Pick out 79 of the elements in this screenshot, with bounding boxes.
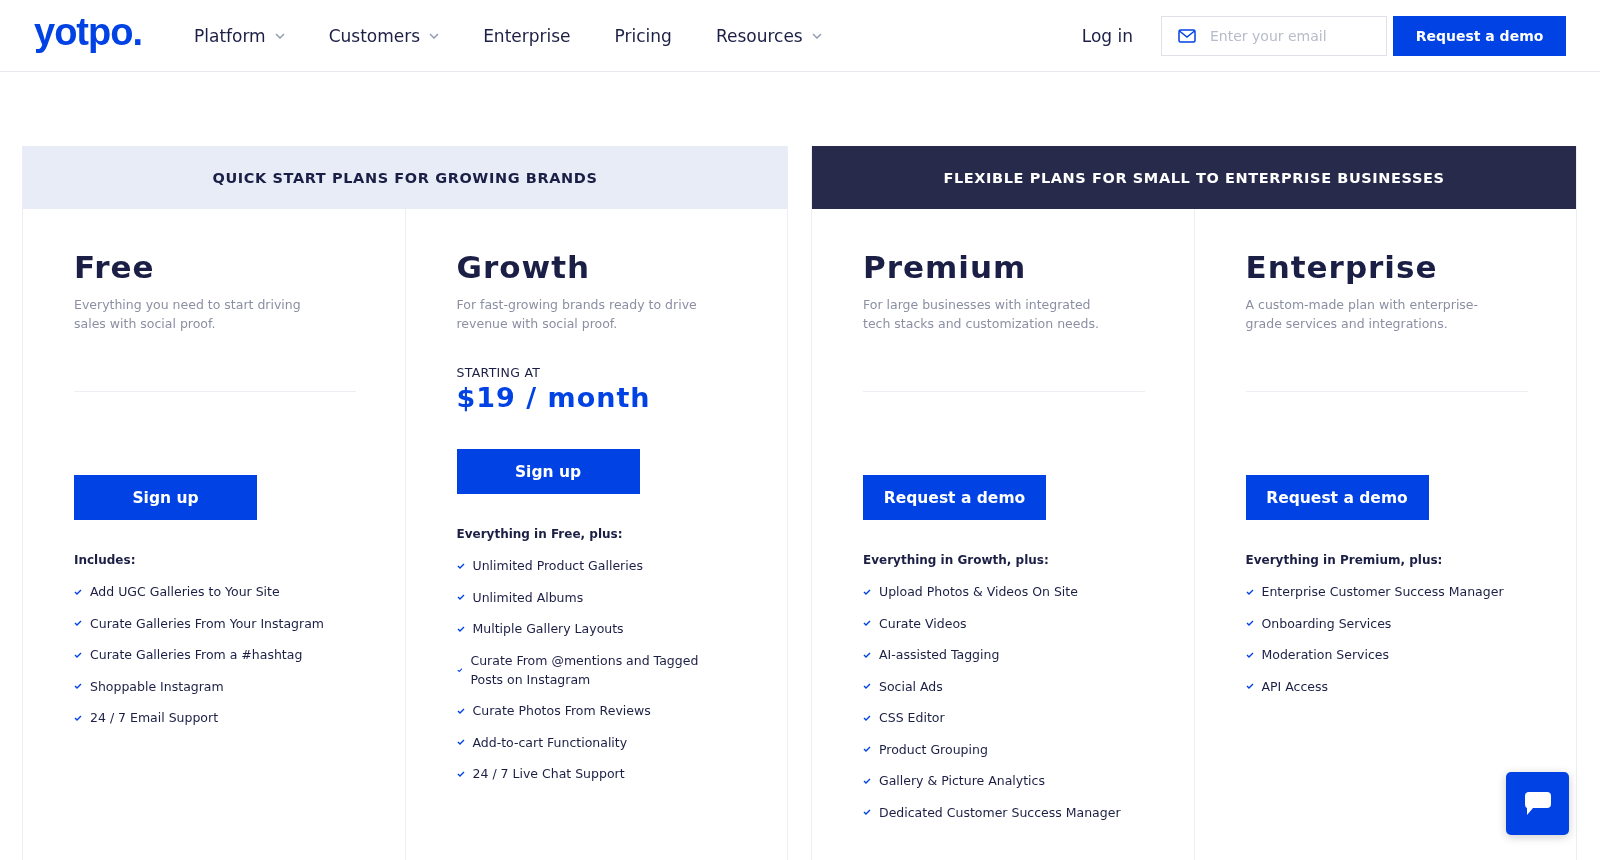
check-icon	[456, 625, 465, 632]
check-icon	[863, 714, 871, 721]
check-icon	[863, 683, 871, 689]
plan-button[interactable]: Request a demo	[863, 475, 1046, 520]
feature-text: Moderation Services	[1261, 646, 1389, 664]
nav-link[interactable]: Platform	[194, 25, 285, 46]
feature-text: Curate Galleries From a #hashtag	[90, 646, 303, 664]
check-icon	[863, 651, 871, 658]
feature-text: Unlimited Albums	[472, 588, 584, 607]
plan-name: Free	[74, 249, 156, 285]
plan-price: $19 / month	[456, 382, 652, 413]
check-icon	[1245, 588, 1254, 595]
feature-text: Gallery & Picture Analytics	[879, 772, 1045, 790]
email-field[interactable]: Enter your email	[1161, 15, 1387, 56]
check-icon	[863, 809, 871, 815]
check-icon	[74, 620, 82, 626]
envelope-icon	[1178, 28, 1196, 43]
feature-text: Curate Photos From Reviews	[472, 702, 651, 720]
plan-description: For large businesses with integrated tech stacks and customization needs.	[863, 296, 1100, 333]
feature-text: Multiple Gallery Layouts	[472, 620, 624, 638]
check-icon	[456, 666, 463, 673]
chat-button[interactable]	[1506, 772, 1569, 835]
plan-name: Enterprise	[1245, 249, 1439, 285]
check-icon	[456, 739, 465, 745]
feature-text: CSS Editor	[879, 709, 945, 727]
plan-name: Growth	[456, 249, 592, 285]
feature-text: AI-assisted Tagging	[879, 646, 1000, 664]
feature-text: 24 / 7 Live Chat Support	[472, 765, 625, 783]
check-icon	[74, 651, 82, 658]
feature-text: Add-to-cart Functionality	[472, 733, 628, 752]
check-icon	[456, 562, 465, 569]
check-icon	[74, 588, 82, 595]
check-icon	[456, 707, 465, 714]
plan-button[interactable]: Sign up	[456, 449, 640, 494]
check-icon	[1245, 683, 1254, 689]
feature-text: Onboarding Services	[1261, 614, 1392, 633]
check-icon	[863, 746, 871, 752]
feature-text: Enterprise Customer Success Manager	[1261, 583, 1504, 601]
feature-text: Add UGC Galleries to Your Site	[90, 583, 280, 601]
check-icon	[1245, 651, 1254, 658]
includes-heading: Includes:	[74, 553, 137, 567]
check-icon	[74, 683, 82, 689]
includes-heading: Everything in Premium, plus:	[1245, 553, 1444, 567]
includes-heading: Everything in Growth, plus:	[863, 553, 1050, 567]
plan-description: Everything you need to start driving sales with social proof.	[74, 296, 302, 333]
group-heading: QUICK START PLANS FOR GROWING BRANDS	[23, 146, 787, 209]
nav-link[interactable]: Resources	[715, 25, 822, 46]
feature-text: Social Ads	[879, 677, 943, 696]
check-icon	[863, 620, 871, 626]
check-icon	[863, 588, 871, 595]
plan-description: For fast-growing brands ready to drive revenue with social proof.	[456, 296, 698, 333]
feature-text: API Access	[1261, 677, 1329, 696]
nav-link[interactable]: Pricing	[614, 25, 672, 46]
feature-text: Upload Photos & Videos On Site	[879, 583, 1078, 601]
feature-text: 24 / 7 Email Support	[90, 709, 219, 727]
includes-heading: Everything in Free, plus:	[456, 527, 624, 541]
logo[interactable]: yotpo.	[34, 11, 142, 54]
price-label: STARTING AT	[456, 365, 542, 380]
group-heading: FLEXIBLE PLANS FOR SMALL TO ENTERPRISE BUSINESSES	[812, 146, 1576, 209]
feature-text: Dedicated Customer Success Manager	[879, 803, 1121, 822]
plan-name: Premium	[863, 249, 1028, 285]
nav-link[interactable]: Enterprise	[483, 25, 571, 46]
check-icon	[1245, 620, 1254, 626]
login-link[interactable]: Log in	[1081, 25, 1133, 46]
feature-text: Curate Galleries From Your Instagram	[90, 614, 324, 633]
check-icon	[74, 714, 82, 721]
check-icon	[456, 770, 465, 777]
plan-button[interactable]: Request a demo	[1245, 475, 1429, 520]
feature-text: Product Grouping	[879, 740, 988, 759]
feature-text: Shoppable Instagram	[90, 677, 224, 696]
check-icon	[863, 777, 871, 784]
nav-link[interactable]: Customers	[328, 25, 440, 46]
feature-text: Curate Videos	[879, 614, 967, 633]
plan-button[interactable]: Sign up	[74, 475, 257, 520]
request-demo-button[interactable]: Request a demo	[1393, 15, 1566, 56]
check-icon	[456, 594, 465, 600]
plan-description: A custom-made plan with enterprise-grade services and integrations.	[1245, 296, 1480, 333]
feature-text: Unlimited Product Galleries	[472, 557, 643, 575]
feature-text: Curate From @mentions and Tagged Posts on Instagram	[470, 651, 700, 689]
